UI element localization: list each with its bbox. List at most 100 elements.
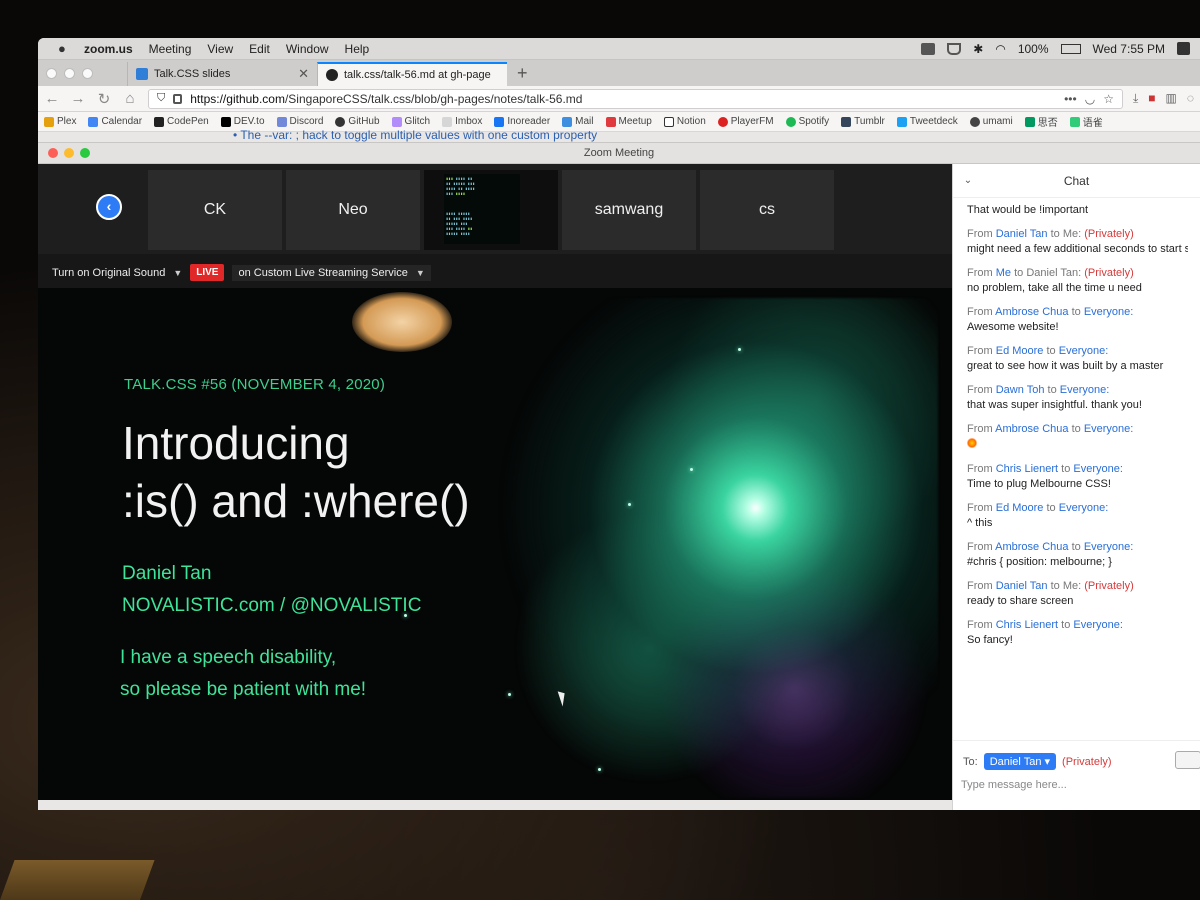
downloads-icon[interactable]: ⤓ [1133, 91, 1138, 106]
battery-icon[interactable] [1060, 43, 1081, 54]
sender-name[interactable]: Daniel Tan [996, 228, 1048, 240]
chat-message-input[interactable] [961, 779, 1181, 791]
participant-name: samwang [594, 201, 664, 218]
bookmark-playerfm[interactable]: PlayerFM [717, 116, 774, 127]
extension-icon[interactable]: ■ [1148, 91, 1155, 106]
tab-github-talk-56[interactable]: talk.css/talk-56.md at gh-page [317, 62, 507, 86]
wifi-icon[interactable]: ◠ [995, 42, 1005, 56]
participant-tile[interactable]: samwang [562, 170, 696, 250]
bookmark-star-icon[interactable]: ☆ [1103, 92, 1114, 106]
menu-edit[interactable]: Edit [249, 42, 270, 56]
apple-icon[interactable]: ● [58, 42, 70, 55]
coffee-icon[interactable] [947, 42, 962, 55]
sender-name[interactable]: Chris Lienert [996, 619, 1058, 631]
back-icon[interactable]: ← [44, 90, 60, 107]
tweetdeck-icon [896, 116, 907, 127]
bluetooth-icon[interactable]: ✱ [973, 42, 983, 56]
file-attach-button[interactable] [1175, 751, 1200, 769]
chat-message-header: From Chris Lienert to Everyone: [967, 619, 1123, 631]
sender-name[interactable]: Dawn Toh [996, 384, 1045, 396]
menu-app[interactable]: zoom.us [84, 42, 133, 56]
zoom-window-controls [48, 148, 90, 158]
bookmark-mail[interactable]: Mail [562, 116, 594, 127]
imbox-icon [442, 116, 453, 127]
sender-name[interactable]: Chris Lienert [996, 463, 1058, 475]
bookmark-devto[interactable]: DEV.to [220, 116, 265, 127]
terminal-thumbnail: ▮▮▮ ▮▮▮▮ ▮▮ ▮▮ ▮▮▮▮▮ ▮▮▮ ▮▮▮▮ ▮▮ ▮▮▮▮ ▮▮▮ ▮… [444, 174, 520, 244]
bookmark-github[interactable]: GitHub [335, 116, 380, 127]
bookmark-spotify[interactable]: Spotify [785, 116, 829, 127]
shield-icon[interactable]: ⛉ [157, 92, 165, 105]
zoom-minimize-icon[interactable] [64, 148, 74, 158]
participant-tile[interactable]: CK [148, 170, 282, 250]
page-actions-icon[interactable]: ••• [1064, 92, 1077, 106]
live-badge[interactable]: LIVE [190, 264, 225, 281]
zoom-close-icon[interactable] [48, 148, 58, 158]
menubar-status: ✱ ◠ 100% Wed 7:55 PM [921, 42, 1200, 56]
sender-name[interactable]: Ambrose Chua [995, 306, 1068, 318]
recipient-name: Everyone: [1073, 619, 1123, 631]
bookmark-plex[interactable]: Plex [44, 116, 76, 127]
bookmark-discord[interactable]: Discord [276, 116, 323, 127]
star [628, 503, 631, 506]
bookmark-tumblr[interactable]: Tumblr [841, 116, 885, 127]
menu-meeting[interactable]: Meeting [149, 42, 192, 56]
sync-icon[interactable]: ◌ [1187, 91, 1194, 106]
reload-icon[interactable]: ↻ [96, 90, 112, 108]
chat-message: From Ed Moore to Everyone: ^ this [967, 502, 1188, 529]
sender-name[interactable]: Ambrose Chua [995, 541, 1068, 553]
sidebar-icon[interactable]: ▥ [1166, 91, 1177, 106]
github-icon [335, 116, 346, 127]
chat-messages[interactable]: That would be !important From Daniel Tan … [953, 198, 1200, 646]
chat-message: From Daniel Tan to Me: (Privately) ready … [967, 580, 1188, 607]
maximize-window-icon[interactable] [82, 68, 93, 79]
sender-name[interactable]: Ed Moore [996, 345, 1044, 357]
participant-tile[interactable]: cs [700, 170, 834, 250]
new-tab-icon[interactable]: + [507, 63, 538, 86]
bookmark-codepen[interactable]: CodePen [154, 116, 209, 127]
bookmark-imbox[interactable]: Imbox [442, 116, 482, 127]
bookmark-yuque[interactable]: 语雀 [1069, 114, 1103, 129]
zoom-camera-icon[interactable] [921, 42, 936, 55]
live-stream-menu[interactable]: on Custom Live Streaming Service ▼ [232, 264, 431, 281]
bookmark-inoreader[interactable]: Inoreader [494, 116, 550, 127]
sender-name[interactable]: Ambrose Chua [995, 423, 1068, 435]
bookmark-sifou[interactable]: 思否 [1024, 114, 1058, 129]
previous-participants-button[interactable]: ‹ [96, 194, 122, 220]
menu-window[interactable]: Window [286, 42, 329, 56]
bookmark-notion[interactable]: Notion [663, 116, 706, 127]
menu-view[interactable]: View [207, 42, 233, 56]
chevron-down-icon[interactable]: ▼ [173, 268, 182, 278]
sender-name[interactable]: Me [996, 267, 1011, 279]
sifou-icon [1024, 116, 1035, 127]
bookmark-meetup[interactable]: Meetup [605, 116, 652, 127]
private-flag: (Privately) [1084, 267, 1134, 279]
minimize-window-icon[interactable] [64, 68, 75, 79]
sender-name[interactable]: Daniel Tan [996, 580, 1048, 592]
zoom-maximize-icon[interactable] [80, 148, 90, 158]
bookmark-tweetdeck[interactable]: Tweetdeck [896, 116, 958, 127]
bookmark-umami[interactable]: umami [969, 116, 1013, 127]
home-icon[interactable]: ⌂ [122, 90, 138, 107]
close-tab-icon[interactable]: ✕ [298, 66, 309, 82]
pocket-icon[interactable]: ◡ [1085, 92, 1095, 106]
address-bar[interactable]: ⛉ https://github.com/SingaporeCSS/talk.c… [148, 88, 1123, 109]
recipient-dropdown[interactable]: Daniel Tan ▾ [983, 753, 1057, 770]
sender-name[interactable]: Ed Moore [996, 502, 1044, 514]
collapse-chat-icon[interactable]: ⌄ [953, 175, 983, 186]
participant-tile[interactable]: Neo [286, 170, 420, 250]
bookmark-calendar[interactable]: Calendar [88, 116, 142, 127]
participant-video-tile[interactable]: ▮▮▮ ▮▮▮▮ ▮▮ ▮▮ ▮▮▮▮▮ ▮▮▮ ▮▮▮▮ ▮▮ ▮▮▮▮ ▮▮▮ ▮… [424, 170, 558, 250]
participant-name: Neo [338, 201, 368, 218]
forward-icon[interactable]: → [70, 90, 86, 107]
tab-talkcss-slides[interactable]: Talk.CSS slides ✕ [127, 62, 317, 86]
lock-icon[interactable] [173, 93, 183, 104]
private-flag: (Privately) [1084, 580, 1134, 592]
original-sound-button[interactable]: Turn on Original Sound [52, 267, 165, 279]
input-source-icon[interactable] [1177, 42, 1190, 55]
menu-help[interactable]: Help [345, 42, 370, 56]
close-window-icon[interactable] [46, 68, 57, 79]
chat-message-text [967, 438, 1188, 451]
clock[interactable]: Wed 7:55 PM [1093, 42, 1165, 56]
bookmark-glitch[interactable]: Glitch [391, 116, 430, 127]
